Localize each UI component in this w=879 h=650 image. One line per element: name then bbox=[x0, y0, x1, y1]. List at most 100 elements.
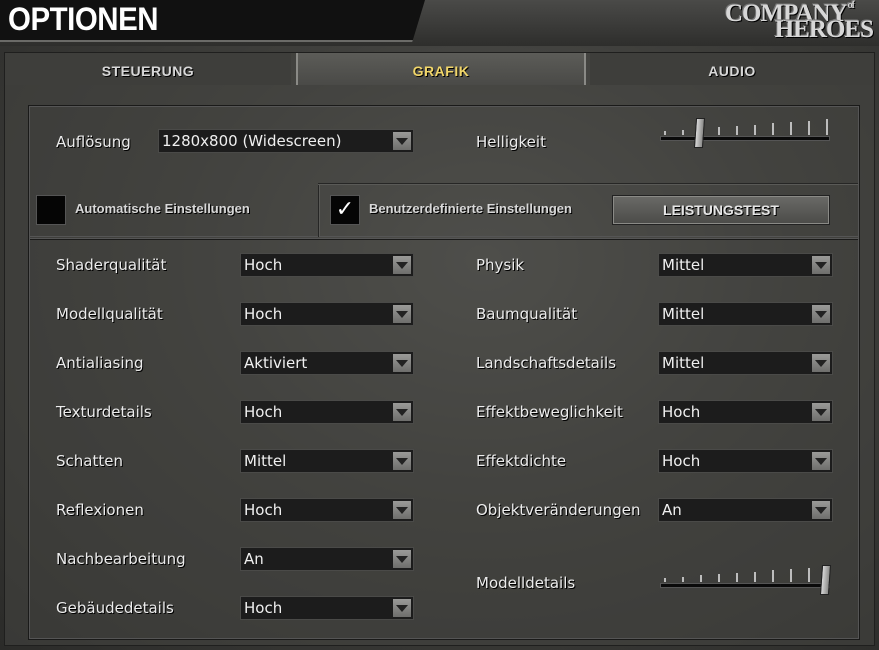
model-details-slider-thumb[interactable] bbox=[819, 565, 832, 595]
right-setting-value: Mittel bbox=[662, 305, 705, 323]
left-setting-select[interactable]: Hoch bbox=[240, 400, 414, 424]
chevron-down-icon[interactable] bbox=[812, 403, 830, 421]
auto-settings-label: Automatische Einstellungen bbox=[75, 201, 250, 216]
brightness-slider[interactable] bbox=[660, 118, 830, 148]
chevron-down-icon[interactable] bbox=[812, 305, 830, 323]
custom-settings-checkbox[interactable]: ✓ bbox=[330, 195, 360, 225]
divider bbox=[318, 183, 320, 237]
slider-tick bbox=[772, 570, 774, 582]
right-setting-value: An bbox=[662, 501, 682, 519]
left-setting-value: Hoch bbox=[244, 501, 283, 519]
slider-tick bbox=[772, 123, 774, 135]
right-label: Landschaftsdetails bbox=[476, 354, 617, 372]
right-setting-select[interactable]: Mittel bbox=[658, 253, 833, 277]
chevron-down-icon[interactable] bbox=[393, 305, 411, 323]
resolution-value: 1280x800 (Widescreen) bbox=[162, 132, 342, 150]
custom-settings-label: Benutzerdefinierte Einstellungen bbox=[369, 201, 572, 216]
chevron-down-icon[interactable] bbox=[393, 256, 411, 274]
chevron-down-icon[interactable] bbox=[812, 354, 830, 372]
tab-audio[interactable]: AUDIO bbox=[590, 53, 874, 85]
logo-word-heroes: HEROES bbox=[774, 16, 874, 43]
slider-tick bbox=[826, 119, 828, 135]
right-label: Effektdichte bbox=[476, 452, 567, 470]
brightness-slider-track[interactable] bbox=[660, 136, 830, 141]
slider-tick bbox=[664, 131, 666, 135]
slider-tick bbox=[790, 121, 792, 135]
left-setting-value: Hoch bbox=[244, 599, 283, 617]
left-setting-select[interactable]: Hoch bbox=[240, 253, 414, 277]
model-details-label: Modelldetails bbox=[476, 574, 576, 592]
slider-tick bbox=[736, 125, 738, 135]
chevron-down-icon[interactable] bbox=[393, 501, 411, 519]
model-details-slider-track[interactable] bbox=[660, 583, 830, 588]
slider-tick bbox=[682, 129, 684, 135]
right-label: Baumqualität bbox=[476, 305, 578, 323]
game-logo: COMPANYof HEROES bbox=[713, 0, 874, 43]
right-label: Physik bbox=[476, 256, 525, 274]
left-setting-value: Mittel bbox=[244, 452, 287, 470]
right-setting-value: Hoch bbox=[662, 452, 701, 470]
left-label: Schatten bbox=[56, 452, 123, 470]
logo-word-of: of bbox=[847, 0, 855, 11]
page-title: OPTIONEN bbox=[8, 1, 159, 37]
slider-tick bbox=[664, 578, 666, 582]
right-setting-value: Mittel bbox=[662, 256, 705, 274]
slider-tick bbox=[718, 574, 720, 582]
chevron-down-icon[interactable] bbox=[393, 354, 411, 372]
chevron-down-icon[interactable] bbox=[393, 550, 411, 568]
right-setting-select[interactable]: Hoch bbox=[658, 400, 833, 424]
resolution-select[interactable]: 1280x800 (Widescreen) bbox=[158, 129, 414, 153]
slider-tick bbox=[808, 120, 810, 135]
chevron-down-icon[interactable] bbox=[812, 501, 830, 519]
left-setting-select[interactable]: Hoch bbox=[240, 596, 414, 620]
left-label: Modellqualität bbox=[56, 305, 163, 323]
left-label: Antialiasing bbox=[56, 354, 144, 372]
right-setting-select[interactable]: Mittel bbox=[658, 302, 833, 326]
chevron-down-icon[interactable] bbox=[393, 132, 411, 150]
slider-tick bbox=[754, 124, 756, 135]
slider-tick bbox=[736, 572, 738, 582]
left-setting-value: An bbox=[244, 550, 264, 568]
left-setting-select[interactable]: Mittel bbox=[240, 449, 414, 473]
brightness-label: Helligkeit bbox=[476, 133, 546, 151]
slider-tick bbox=[700, 575, 702, 582]
right-setting-value: Hoch bbox=[662, 403, 701, 421]
chevron-down-icon[interactable] bbox=[393, 452, 411, 470]
checkmark-icon: ✓ bbox=[335, 197, 355, 222]
chevron-down-icon[interactable] bbox=[812, 452, 830, 470]
performance-test-button[interactable]: LEISTUNGSTEST bbox=[612, 195, 830, 225]
left-setting-select[interactable]: Hoch bbox=[240, 498, 414, 522]
tab-steuerung[interactable]: STEUERUNG bbox=[5, 53, 291, 85]
slider-tick bbox=[754, 571, 756, 582]
auto-settings-checkbox[interactable] bbox=[36, 195, 66, 225]
left-setting-select[interactable]: An bbox=[240, 547, 414, 571]
chevron-down-icon[interactable] bbox=[393, 403, 411, 421]
tab-grafik[interactable]: GRAFIK bbox=[296, 53, 586, 85]
left-label: Gebäudedetails bbox=[56, 599, 174, 617]
right-setting-value: Mittel bbox=[662, 354, 705, 372]
chevron-down-icon[interactable] bbox=[393, 599, 411, 617]
chevron-down-icon[interactable] bbox=[812, 256, 830, 274]
right-label: Effektbeweglichkeit bbox=[476, 403, 623, 421]
brightness-slider-thumb[interactable] bbox=[693, 118, 706, 148]
slider-tick bbox=[682, 576, 684, 582]
left-label: Nachbearbeitung bbox=[56, 550, 186, 568]
slider-tick bbox=[808, 567, 810, 582]
slider-tick bbox=[718, 127, 720, 135]
left-label: Texturdetails bbox=[56, 403, 152, 421]
model-details-slider[interactable] bbox=[660, 565, 832, 595]
left-setting-select[interactable]: Aktiviert bbox=[240, 351, 414, 375]
right-label: Objektveränderungen bbox=[476, 501, 641, 519]
left-setting-value: Hoch bbox=[244, 256, 283, 274]
right-setting-select[interactable]: Mittel bbox=[658, 351, 833, 375]
left-setting-value: Aktiviert bbox=[244, 354, 308, 372]
left-setting-select[interactable]: Hoch bbox=[240, 302, 414, 326]
right-setting-select[interactable]: An bbox=[658, 498, 833, 522]
resolution-label: Auflösung bbox=[56, 133, 131, 151]
left-setting-value: Hoch bbox=[244, 403, 283, 421]
slider-tick bbox=[790, 568, 792, 582]
left-label: Reflexionen bbox=[56, 501, 144, 519]
divider bbox=[318, 183, 858, 185]
right-setting-select[interactable]: Hoch bbox=[658, 449, 833, 473]
left-label: Shaderqualität bbox=[56, 256, 167, 274]
